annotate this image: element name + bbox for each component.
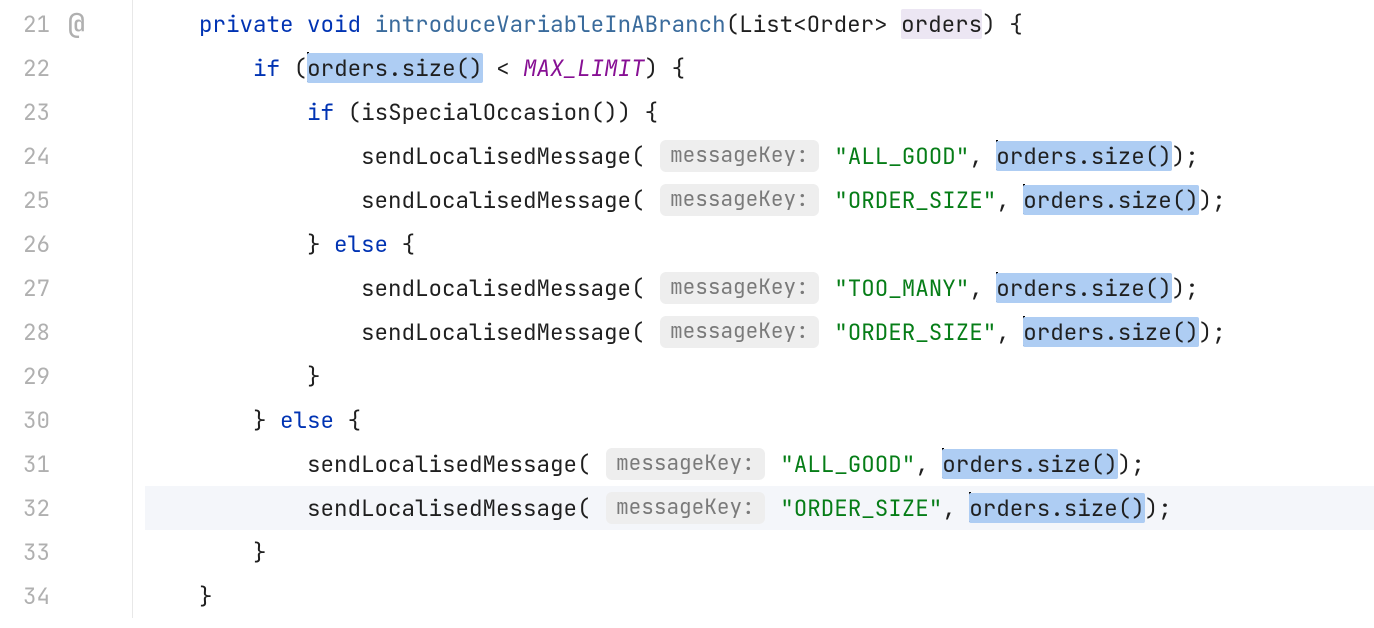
line-number: 24 — [0, 134, 62, 178]
line-number: 27 — [0, 266, 62, 310]
gutter-icon-strip: @ — [62, 0, 133, 618]
line-number: 25 — [0, 178, 62, 222]
call-send-localised-message: sendLocalisedMessage — [307, 493, 577, 523]
line-number: 31 — [0, 442, 62, 486]
inlay-hint-messagekey: messageKey: — [660, 140, 819, 172]
code-line[interactable]: private void introduceVariableInABranch(… — [145, 2, 1374, 46]
code-line[interactable]: sendLocalisedMessage( messageKey: "ALL_G… — [145, 442, 1374, 486]
method-name: introduceVariableInABranch — [375, 9, 726, 39]
keyword-void: void — [307, 9, 361, 39]
inlay-hint-messagekey: messageKey: — [660, 184, 819, 216]
code-line[interactable]: } — [145, 354, 1374, 398]
selected-expression: orders.size() — [307, 53, 483, 83]
keyword-if: if — [307, 97, 334, 127]
code-line[interactable]: if (orders.size() < MAX_LIMIT) { — [145, 46, 1374, 90]
type-list: List — [739, 9, 793, 39]
inlay-hint-messagekey: messageKey: — [606, 448, 765, 480]
code-line[interactable]: if (isSpecialOccasion()) { — [145, 90, 1374, 134]
code-line[interactable]: } else { — [145, 222, 1374, 266]
keyword-private: private — [199, 9, 294, 39]
code-line[interactable]: } — [145, 574, 1374, 618]
code-line[interactable]: sendLocalisedMessage( messageKey: "ALL_G… — [145, 134, 1374, 178]
inlay-hint-messagekey: messageKey: — [660, 272, 819, 304]
code-line[interactable]: } else { — [145, 398, 1374, 442]
keyword-else: else — [280, 405, 334, 435]
code-line[interactable]: sendLocalisedMessage( messageKey: "TOO_M… — [145, 266, 1374, 310]
selected-expression: orders.size() — [996, 273, 1172, 303]
override-gutter-icon[interactable]: @ — [62, 2, 132, 46]
call-send-localised-message: sendLocalisedMessage — [361, 273, 631, 303]
code-line[interactable]: sendLocalisedMessage( messageKey: "ORDER… — [145, 310, 1374, 354]
line-number: 23 — [0, 90, 62, 134]
call-send-localised-message: sendLocalisedMessage — [307, 449, 577, 479]
selected-expression: orders.size() — [1023, 185, 1199, 215]
line-number-gutter: 21 22 23 24 25 26 27 28 29 30 31 32 33 3… — [0, 0, 62, 618]
type-order: Order — [807, 9, 875, 39]
inlay-hint-messagekey: messageKey: — [606, 492, 765, 524]
line-number: 34 — [0, 574, 62, 618]
line-number: 30 — [0, 398, 62, 442]
string-all-good: "ALL_GOOD" — [780, 449, 915, 479]
param-orders-usage: orders — [901, 9, 982, 39]
call-send-localised-message: sendLocalisedMessage — [361, 141, 631, 171]
code-area[interactable]: private void introduceVariableInABranch(… — [133, 0, 1374, 618]
line-number: 29 — [0, 354, 62, 398]
line-number: 32 — [0, 486, 62, 530]
inlay-hint-messagekey: messageKey: — [660, 316, 819, 348]
keyword-if: if — [253, 53, 280, 83]
line-number: 26 — [0, 222, 62, 266]
selected-expression: orders.size() — [969, 493, 1145, 523]
keyword-else: else — [334, 229, 388, 259]
line-number: 21 — [0, 2, 62, 46]
code-editor[interactable]: 21 22 23 24 25 26 27 28 29 30 31 32 33 3… — [0, 0, 1374, 618]
constant-max-limit: MAX_LIMIT — [523, 53, 645, 83]
string-order-size: "ORDER_SIZE" — [834, 185, 996, 215]
selected-expression: orders.size() — [942, 449, 1118, 479]
call-send-localised-message: sendLocalisedMessage — [361, 185, 631, 215]
line-number: 22 — [0, 46, 62, 90]
selected-expression: orders.size() — [1023, 317, 1199, 347]
selected-expression: orders.size() — [996, 141, 1172, 171]
call-send-localised-message: sendLocalisedMessage — [361, 317, 631, 347]
code-line-current[interactable]: sendLocalisedMessage( messageKey: "ORDER… — [145, 486, 1374, 530]
line-number: 33 — [0, 530, 62, 574]
string-too-many: "TOO_MANY" — [834, 273, 969, 303]
call-is-special-occasion: isSpecialOccasion() — [361, 97, 618, 127]
code-line[interactable]: sendLocalisedMessage( messageKey: "ORDER… — [145, 178, 1374, 222]
code-line[interactable]: } — [145, 530, 1374, 574]
string-all-good: "ALL_GOOD" — [834, 141, 969, 171]
line-number: 28 — [0, 310, 62, 354]
string-order-size: "ORDER_SIZE" — [834, 317, 996, 347]
string-order-size: "ORDER_SIZE" — [780, 493, 942, 523]
